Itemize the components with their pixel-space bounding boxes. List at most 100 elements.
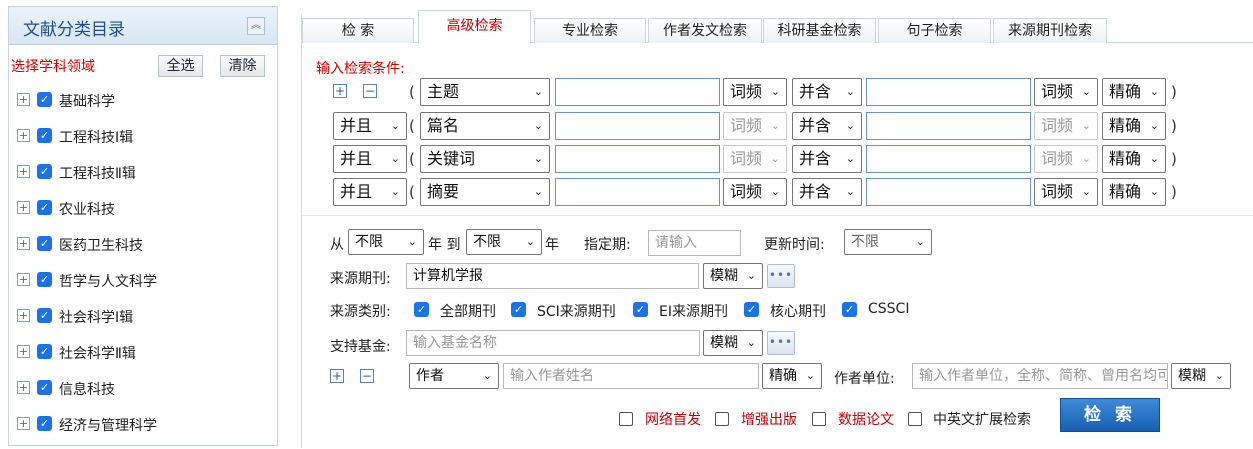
tab-professional-search[interactable]: 专业检索 [534, 18, 646, 43]
fund-input[interactable]: 输入基金名称 [406, 330, 700, 356]
tree-item-label[interactable]: 社会科学Ⅰ辑 [59, 307, 133, 327]
option-bilingual[interactable]: 中英文扩展检索 [933, 409, 1031, 429]
checkbox-checked[interactable]: ✓ [37, 272, 52, 287]
keyword-input-4b[interactable] [866, 178, 1031, 206]
field-select-1[interactable]: 主题 ⌄ [420, 78, 550, 106]
expand-icon[interactable]: + [17, 201, 30, 214]
collapse-icon[interactable]: ︽ [247, 17, 265, 35]
source-input[interactable]: 计算机学报 [406, 263, 699, 289]
checkbox-ei[interactable]: ✓ [633, 302, 648, 317]
tree-item-label[interactable]: 基础科学 [59, 91, 115, 111]
checkbox-core[interactable]: ✓ [744, 302, 759, 317]
freq-select-1b[interactable]: 词频 ⌄ [1034, 78, 1098, 106]
from-year-select[interactable]: 不限 ⌄ [348, 229, 424, 255]
expand-icon[interactable]: + [17, 273, 30, 286]
option-data-paper[interactable]: 数据论文 [838, 409, 894, 429]
checkbox-checked[interactable]: ✓ [37, 416, 52, 431]
checkbox-checked[interactable]: ✓ [37, 164, 52, 179]
keyword-input-2[interactable] [555, 112, 720, 140]
tab-fund-search[interactable]: 科研基金检索 [763, 18, 876, 43]
option-online-first[interactable]: 网络首发 [645, 409, 701, 429]
freq-select-1a[interactable]: 词频 ⌄ [723, 78, 787, 106]
checkbox-checked[interactable]: ✓ [37, 380, 52, 395]
checkbox-data-paper[interactable] [812, 412, 826, 426]
tree-item-label[interactable]: 工程科技Ⅱ辑 [59, 163, 136, 183]
tree-item-label[interactable]: 医药卫生科技 [59, 235, 143, 255]
expand-icon[interactable]: + [17, 381, 30, 394]
add-author-icon[interactable]: + [330, 369, 344, 383]
combine-select-2[interactable]: 并含 ⌄ [792, 112, 862, 140]
source-match-select[interactable]: 模糊 ⌄ [703, 263, 763, 289]
tree-item-label[interactable]: 农业科技 [59, 199, 115, 219]
freq-select-4a[interactable]: 词频 ⌄ [723, 178, 787, 206]
expand-icon[interactable]: + [17, 417, 30, 430]
expand-icon[interactable]: + [17, 129, 30, 142]
add-row-icon[interactable]: + [333, 84, 347, 98]
checkbox-checked[interactable]: ✓ [37, 344, 52, 359]
expand-icon[interactable]: + [17, 93, 30, 106]
keyword-input-1[interactable] [555, 78, 720, 106]
fund-match-select[interactable]: 模糊 ⌄ [703, 330, 763, 356]
to-year-select[interactable]: 不限 ⌄ [466, 229, 542, 255]
author-match-select[interactable]: 精确 ⌄ [762, 363, 822, 389]
tree-item-label[interactable]: 信息科技 [59, 379, 115, 399]
update-time-select[interactable]: 不限 ⌄ [844, 229, 932, 255]
source-more-button[interactable]: ••• [767, 264, 795, 288]
expand-icon[interactable]: + [17, 165, 30, 178]
search-button[interactable]: 检 索 [1060, 398, 1160, 432]
tab-source-search[interactable]: 来源期刊检索 [993, 18, 1107, 43]
checkbox-checked[interactable]: ✓ [37, 128, 52, 143]
option-enhanced[interactable]: 增强出版 [741, 409, 797, 429]
checkbox-cssci[interactable]: ✓ [842, 302, 857, 317]
tree-item-label[interactable]: 工程科技Ⅰ辑 [59, 127, 133, 147]
expand-icon[interactable]: + [17, 237, 30, 250]
match-select-3[interactable]: 精确 ⌄ [1102, 145, 1166, 173]
field-select-2[interactable]: 篇名 ⌄ [420, 112, 550, 140]
expand-icon[interactable]: + [17, 309, 30, 322]
combine-select-4[interactable]: 并含 ⌄ [792, 178, 862, 206]
remove-author-icon[interactable]: − [360, 369, 374, 383]
author-input[interactable]: 输入作者姓名 [503, 363, 759, 389]
match-select-2[interactable]: 精确 ⌄ [1102, 112, 1166, 140]
keyword-input-3[interactable] [555, 145, 720, 173]
select-all-button[interactable]: 全选 [158, 55, 203, 77]
checkbox-checked[interactable]: ✓ [37, 308, 52, 323]
fund-more-button[interactable]: ••• [767, 331, 795, 355]
logic-select-4[interactable]: 并且 ⌄ [333, 178, 407, 206]
checkbox-sci[interactable]: ✓ [511, 302, 526, 317]
keyword-input-1b[interactable] [866, 78, 1031, 106]
keyword-input-3b[interactable] [866, 145, 1031, 173]
keyword-input-4[interactable] [555, 178, 720, 206]
period-input[interactable]: 请输入 [648, 230, 741, 256]
match-select-4[interactable]: 精确 ⌄ [1102, 178, 1166, 206]
option-cssci[interactable]: CSSCI [868, 301, 909, 317]
logic-select-3[interactable]: 并且 ⌄ [333, 145, 407, 173]
author-unit-match-select[interactable]: 模糊 ⌄ [1171, 363, 1231, 389]
expand-icon[interactable]: + [17, 345, 30, 358]
option-core[interactable]: 核心期刊 [770, 301, 826, 321]
checkbox-checked[interactable]: ✓ [37, 92, 52, 107]
option-all-journals[interactable]: 全部期刊 [440, 301, 496, 321]
checkbox-bilingual[interactable] [908, 412, 922, 426]
checkbox-checked[interactable]: ✓ [37, 200, 52, 215]
combine-select-1[interactable]: 并含 ⌄ [792, 78, 862, 106]
logic-select-2[interactable]: 并且 ⌄ [333, 112, 407, 140]
combine-select-3[interactable]: 并含 ⌄ [792, 145, 862, 173]
tree-item-label[interactable]: 哲学与人文科学 [59, 271, 157, 291]
match-select-1[interactable]: 精确 ⌄ [1102, 78, 1166, 106]
tab-sentence-search[interactable]: 句子检索 [878, 18, 991, 43]
checkbox-enhanced[interactable] [715, 412, 729, 426]
tree-item-label[interactable]: 社会科学Ⅱ辑 [59, 343, 136, 363]
option-sci[interactable]: SCI来源期刊 [537, 301, 616, 321]
tab-advanced-search[interactable]: 高级检索 [418, 10, 531, 44]
freq-select-4b[interactable]: 词频 ⌄ [1034, 178, 1098, 206]
clear-button[interactable]: 清除 [220, 55, 265, 77]
tab-author-search[interactable]: 作者发文检索 [648, 18, 762, 43]
field-select-3[interactable]: 关键词 ⌄ [420, 145, 550, 173]
checkbox-online-first[interactable] [619, 412, 633, 426]
author-field-select[interactable]: 作者 ⌄ [409, 363, 499, 389]
field-select-4[interactable]: 摘要 ⌄ [420, 178, 550, 206]
checkbox-checked[interactable]: ✓ [37, 236, 52, 251]
checkbox-all-journals[interactable]: ✓ [414, 302, 429, 317]
option-ei[interactable]: EI来源期刊 [659, 301, 728, 321]
